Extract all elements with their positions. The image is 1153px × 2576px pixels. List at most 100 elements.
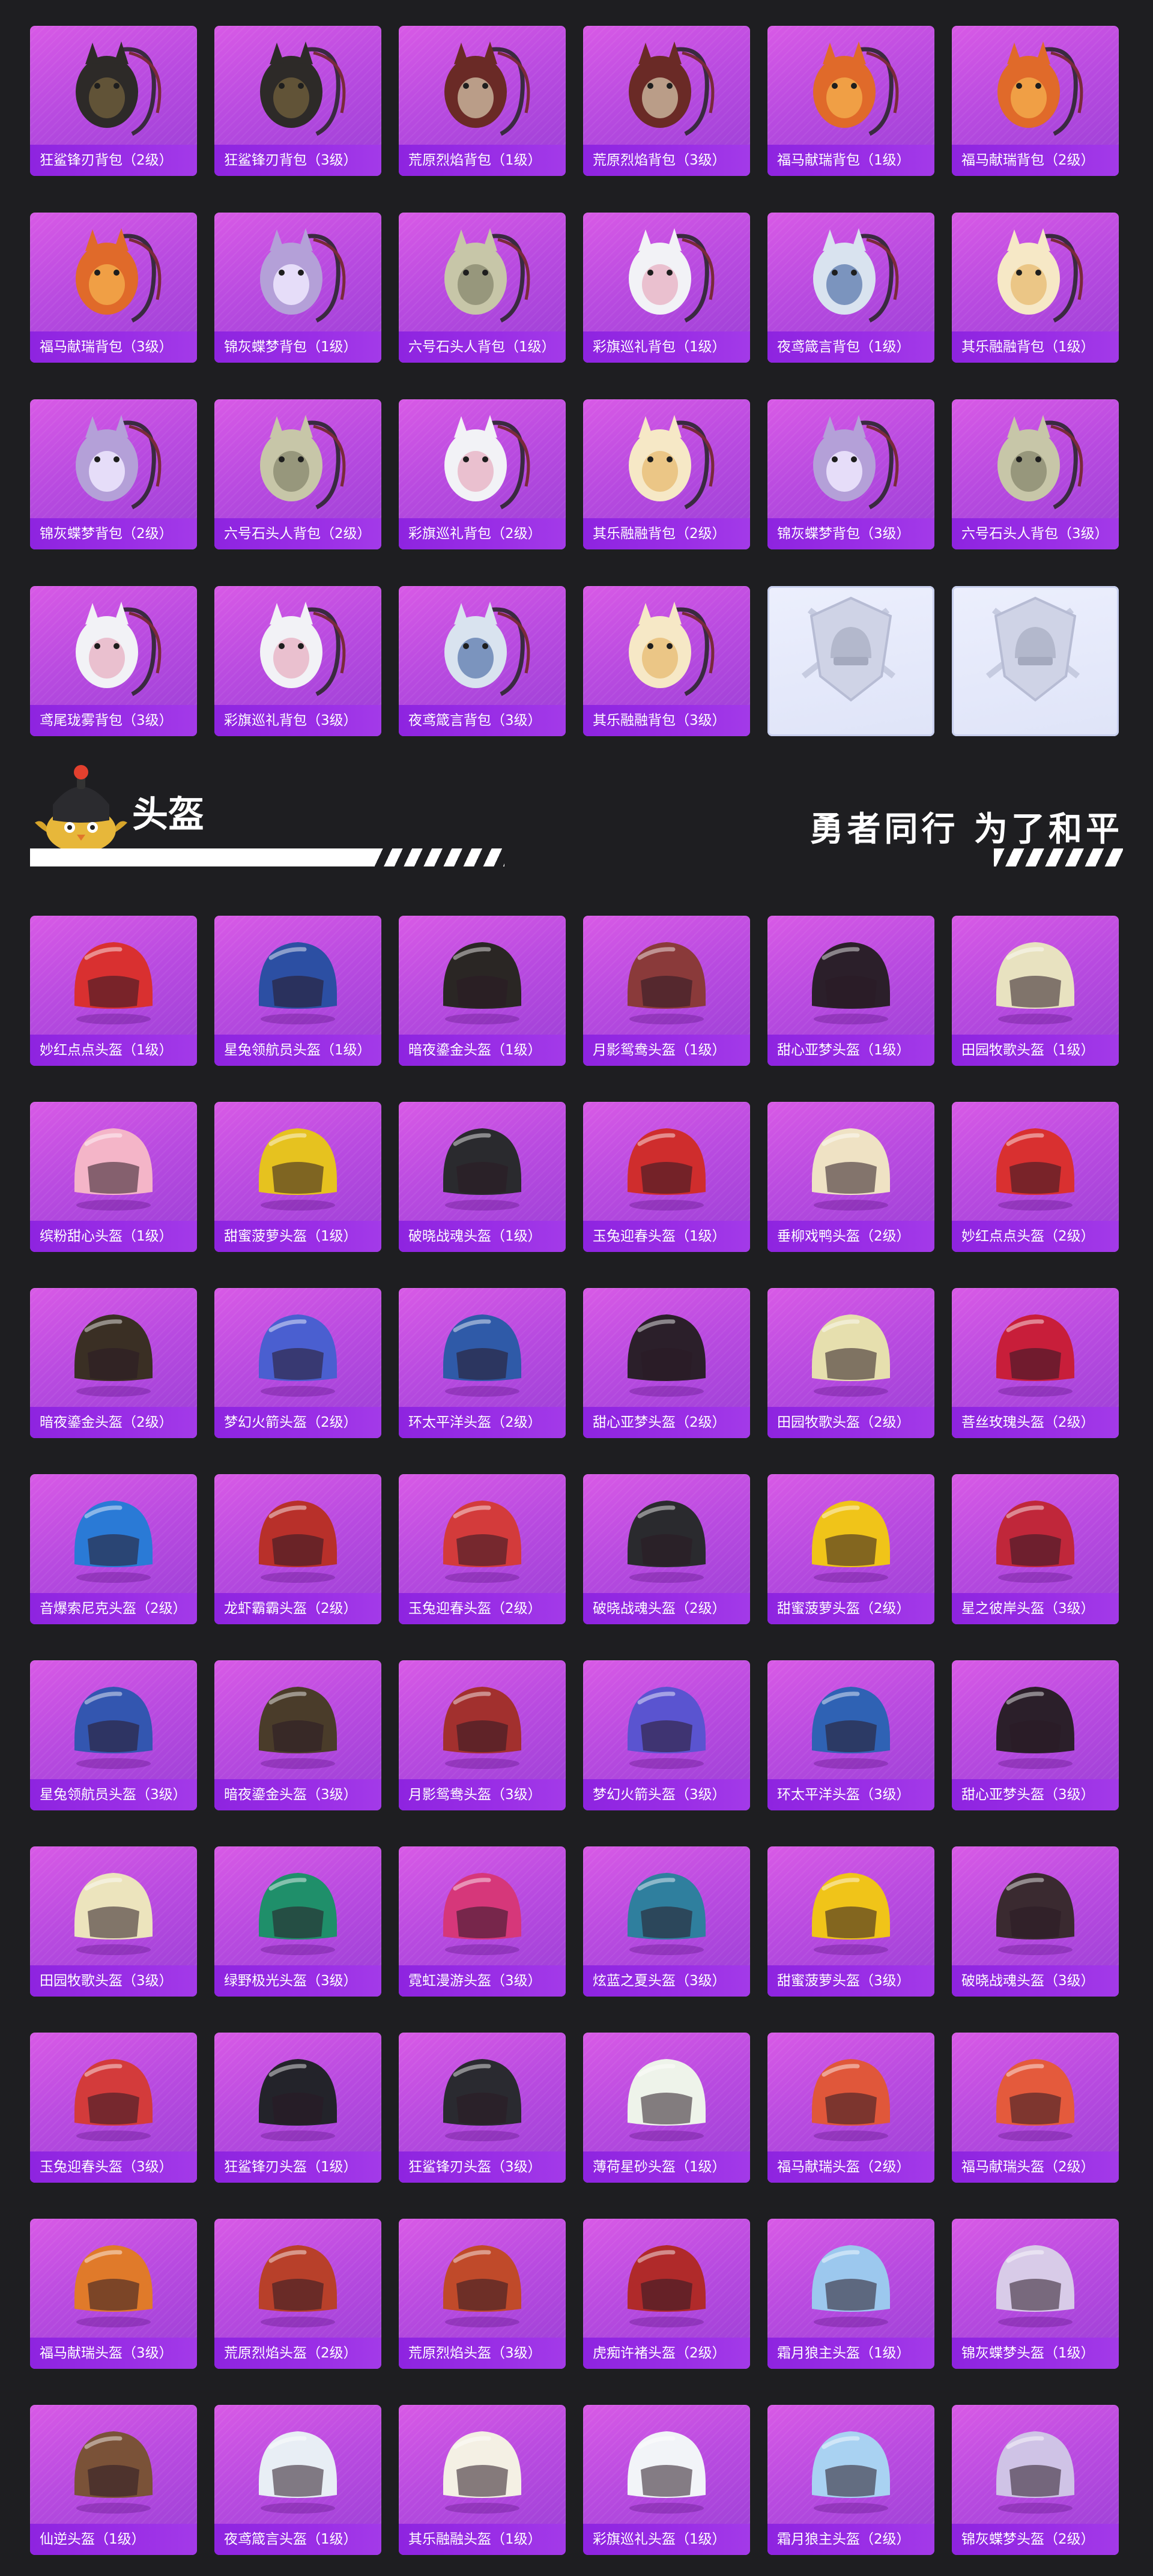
helmet-card[interactable]: 暗夜鎏金头盔（3级） [214,1660,381,1810]
helmet-card[interactable]: 梦幻火箭头盔（3级） [583,1660,750,1810]
helmet-card[interactable]: 锦灰蝶梦头盔（1级） [952,2219,1119,2369]
item-name-label: 福马献瑞背包（2级） [952,145,1119,176]
backpack-card[interactable]: 彩旗巡礼背包（3级） [214,586,381,736]
backpack-card[interactable]: 彩旗巡礼背包（2级） [399,399,566,549]
helmet-card[interactable]: 甜心亚梦头盔（3级） [952,1660,1119,1810]
backpack-card[interactable]: 六号石头人背包（1级） [399,213,566,363]
helmet-card[interactable]: 甜蜜菠萝头盔（1级） [214,1102,381,1252]
helmet-card[interactable]: 菩丝玫瑰头盔（2级） [952,1288,1119,1438]
helmet-card[interactable]: 环太平洋头盔（3级） [767,1660,934,1810]
item-name-label: 龙虾霸霸头盔（2级） [214,1593,381,1624]
placeholder-card[interactable] [952,586,1119,736]
butterfly-backpack-icon [813,415,899,510]
helmet-card[interactable]: 荒原烈焰头盔（3级） [399,2219,566,2369]
backpack-card[interactable]: 其乐融融背包（3级） [583,586,750,736]
helmet-card[interactable]: 梦幻火箭头盔（2级） [214,1288,381,1438]
helmet-card[interactable]: 霜月狼主头盔（1级） [767,2219,934,2369]
helmet-card[interactable]: 荒原烈焰头盔（2级） [214,2219,381,2369]
backpack-card[interactable]: 夜鸢箴言背包（1级） [767,213,934,363]
helmet-card[interactable]: 缤粉甜心头盔（1级） [30,1102,197,1252]
backpack-card[interactable]: 狂鲨锋刃背包（3级） [214,26,381,176]
helmet-card[interactable]: 绿野极光头盔（3级） [214,1846,381,1997]
item-name-label: 六号石头人背包（3级） [952,518,1119,549]
helmet-card[interactable]: 福马献瑞头盔（3级） [30,2219,197,2369]
backpack-card[interactable]: 鸢尾珑雾背包（3级） [30,586,197,736]
helmet-card[interactable]: 玉兔迎春头盔（2级） [399,1474,566,1624]
helmet-card[interactable]: 音爆索尼克头盔（2级） [30,1474,197,1624]
backpack-card[interactable]: 夜鸢箴言背包（3级） [399,586,566,736]
helmet-card[interactable]: 星兔领航员头盔（3级） [30,1660,197,1810]
helmet-card[interactable]: 狂鲨锋刃头盔（3级） [399,2033,566,2183]
helmet-card[interactable]: 霓虹漫游头盔（3级） [399,1846,566,1997]
item-name-label: 彩旗巡礼头盔（1级） [583,2524,750,2555]
helmet-card[interactable]: 玉兔迎春头盔（1级） [583,1102,750,1252]
backpack-card[interactable]: 锦灰蝶梦背包（3级） [767,399,934,549]
helmet-card[interactable]: 田园牧歌头盔（1级） [952,916,1119,1066]
helmet-card[interactable]: 其乐融融头盔（1级） [399,2405,566,2555]
flame-backpack-icon [629,41,715,136]
helmet-card[interactable]: 龙虾霸霸头盔（2级） [214,1474,381,1624]
helmet-card[interactable]: 狂鲨锋刃头盔（1级） [214,2033,381,2183]
helmet-card[interactable]: 星兔领航员头盔（1级） [214,916,381,1066]
helmet-card[interactable]: 妙红点点头盔（2级） [952,1102,1119,1252]
helmet-card[interactable]: 妙红点点头盔（1级） [30,916,197,1066]
backpack-card[interactable]: 六号石头人背包（3级） [952,399,1119,549]
item-name-label: 垂柳戏鸭头盔（2级） [767,1221,934,1252]
item-name-label: 暗夜鎏金头盔（2级） [30,1407,197,1438]
helmet-card[interactable]: 彩旗巡礼头盔（1级） [583,2405,750,2555]
helmet-card[interactable]: 甜蜜菠萝头盔（2级） [767,1474,934,1624]
helmet-card[interactable]: 月影鸳鸯头盔（1级） [583,916,750,1066]
backpack-card[interactable]: 其乐融融背包（2级） [583,399,750,549]
backpack-card[interactable]: 其乐融融背包（1级） [952,213,1119,363]
helmet-card[interactable]: 甜蜜菠萝头盔（3级） [767,1846,934,1997]
helmet-card[interactable]: 暗夜鎏金头盔（1级） [399,916,566,1066]
helmet-card[interactable]: 破晓战魂头盔（1级） [399,1102,566,1252]
helmet-icon [812,1128,890,1211]
helmet-icon [74,1128,153,1211]
helmet-icon [628,942,706,1024]
backpack-card[interactable]: 荒原烈焰背包（3级） [583,26,750,176]
helmet-icon [443,1687,521,1769]
helmet-card[interactable]: 甜心亚梦头盔（2级） [583,1288,750,1438]
backpack-card[interactable]: 六号石头人背包（2级） [214,399,381,549]
item-name-label: 狂鲨锋刃背包（3级） [214,145,381,176]
item-name-label: 夜鸢箴言头盔（1级） [214,2524,381,2555]
backpack-card[interactable]: 锦灰蝶梦背包（2级） [30,399,197,549]
helmet-card[interactable]: 破晓战魂头盔（3级） [952,1846,1119,1997]
backpack-card[interactable]: 锦灰蝶梦背包（1级） [214,213,381,363]
helmet-card[interactable]: 星之彼岸头盔（3级） [952,1474,1119,1624]
helmet-card[interactable]: 福马献瑞头盔（2级） [767,2033,934,2183]
placeholder-card[interactable] [767,586,934,736]
helmet-card[interactable]: 暗夜鎏金头盔（2级） [30,1288,197,1438]
backpack-card[interactable]: 荒原烈焰背包（1级） [399,26,566,176]
helmet-card[interactable]: 田园牧歌头盔（2级） [767,1288,934,1438]
helmet-card[interactable]: 环太平洋头盔（2级） [399,1288,566,1438]
helmet-icon [259,1501,337,1583]
helmet-card[interactable]: 垂柳戏鸭头盔（2级） [767,1102,934,1252]
backpack-card[interactable]: 福马献瑞背包（1级） [767,26,934,176]
helmet-card[interactable]: 甜心亚梦头盔（1级） [767,916,934,1066]
item-name-label: 甜心亚梦头盔（3级） [952,1779,1119,1810]
helmet-card[interactable]: 破晓战魂头盔（2级） [583,1474,750,1624]
helmet-icon [443,2059,521,2141]
helmet-card[interactable]: 夜鸢箴言头盔（1级） [214,2405,381,2555]
item-name-label: 荒原烈焰头盔（3级） [399,2338,566,2369]
helmet-card[interactable]: 玉兔迎春头盔（3级） [30,2033,197,2183]
backpack-card[interactable]: 狂鲨锋刃背包（2级） [30,26,197,176]
bunny-backpack-icon [76,602,162,697]
helmet-card[interactable]: 虎痴许褚头盔（2级） [583,2219,750,2369]
helmet-card[interactable]: 福马献瑞头盔（2级） [952,2033,1119,2183]
helmet-card[interactable]: 霜月狼主头盔（2级） [767,2405,934,2555]
helmet-icon [443,1128,521,1211]
backpack-card[interactable]: 福马献瑞背包（2级） [952,26,1119,176]
helmet-card[interactable]: 锦灰蝶梦头盔（2级） [952,2405,1119,2555]
helmet-card[interactable]: 薄荷星砂头盔（1级） [583,2033,750,2183]
helmet-card[interactable]: 月影鸳鸯头盔（3级） [399,1660,566,1810]
helmet-card[interactable]: 炫蓝之夏头盔（3级） [583,1846,750,1997]
helmet-card[interactable]: 田园牧歌头盔（3级） [30,1846,197,1997]
shark-backpack-icon [260,41,346,136]
backpack-card[interactable]: 福马献瑞背包（3级） [30,213,197,363]
backpack-card[interactable]: 彩旗巡礼背包（1级） [583,213,750,363]
item-name-label: 破晓战魂头盔（3级） [952,1965,1119,1997]
helmet-card[interactable]: 仙逆头盔（1级） [30,2405,197,2555]
